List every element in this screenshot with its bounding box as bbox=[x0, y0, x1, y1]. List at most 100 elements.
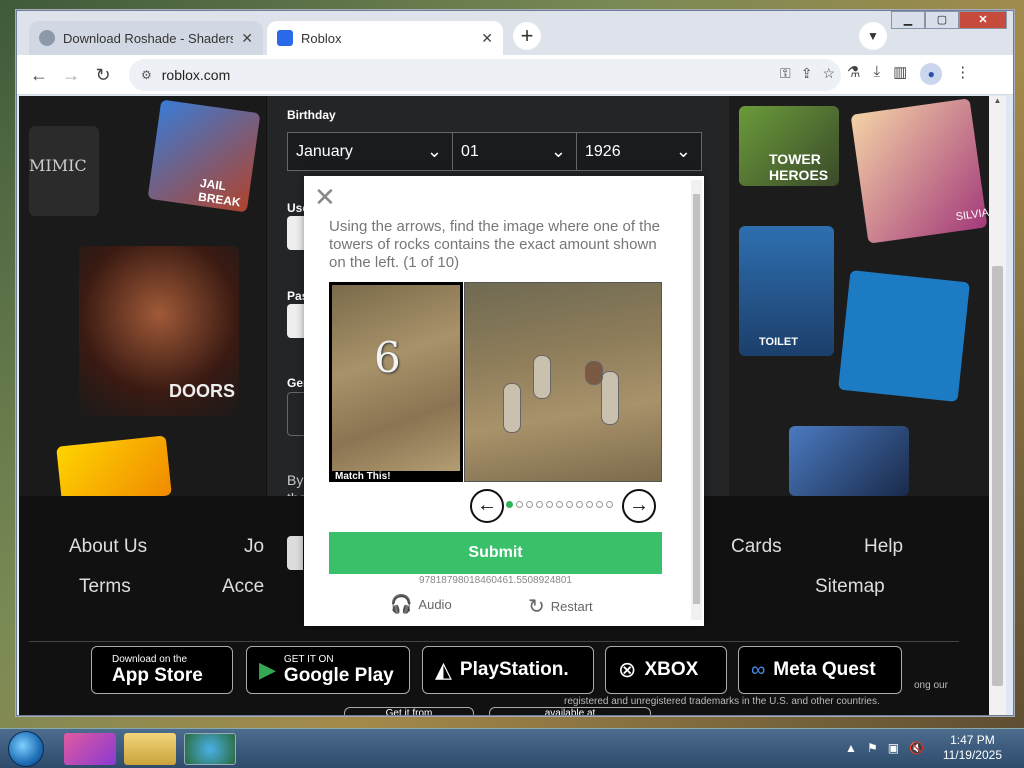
forward-arrow-icon[interactable]: → bbox=[59, 63, 83, 87]
month-value: January bbox=[296, 143, 353, 160]
month-select[interactable]: January ⌄ bbox=[287, 132, 453, 171]
about-us-link[interactable]: About Us bbox=[69, 536, 147, 558]
progress-dot bbox=[536, 501, 543, 508]
doors-art-label: DOORS bbox=[79, 246, 239, 416]
playstation-icon: ◭ bbox=[435, 657, 452, 682]
headphones-icon: 🎧 bbox=[390, 594, 413, 614]
rock-tower bbox=[533, 355, 551, 399]
progress-dot bbox=[506, 501, 513, 508]
chrome-icon[interactable] bbox=[184, 733, 236, 765]
xbox-badge[interactable]: ⊗ XBOX bbox=[605, 646, 727, 694]
page-scrollbar[interactable]: ▲ bbox=[989, 96, 1006, 715]
option-image[interactable] bbox=[464, 282, 662, 482]
meta-quest-label: Meta Quest bbox=[773, 659, 876, 680]
modal-scrollbar-thumb[interactable] bbox=[693, 194, 700, 604]
tab-roblox[interactable]: Roblox ✕ bbox=[267, 21, 503, 55]
scroll-up-arrow-icon[interactable]: ▲ bbox=[989, 96, 1006, 105]
amazon-badge[interactable]: available at bbox=[489, 707, 651, 715]
sitemap-link[interactable]: Sitemap bbox=[815, 576, 885, 598]
scrollbar-thumb[interactable] bbox=[992, 266, 1003, 686]
app-store-badge[interactable]: Download on the App Store bbox=[91, 646, 233, 694]
reference-image: 6 Match This! bbox=[329, 282, 463, 482]
close-tab-icon[interactable]: ✕ bbox=[241, 30, 253, 47]
show-hidden-icon[interactable]: ▲ bbox=[845, 741, 857, 755]
minimize-button[interactable]: ▁ bbox=[891, 11, 925, 29]
year-select[interactable]: 1926 ⌄ bbox=[576, 132, 702, 171]
tab-search-chevron-icon[interactable]: ▼ bbox=[859, 22, 887, 50]
submit-button[interactable]: Submit bbox=[329, 532, 662, 574]
close-icon[interactable]: ✕ bbox=[314, 184, 336, 210]
footer-divider bbox=[29, 641, 959, 642]
tab-title: Download Roshade - Shaders fo bbox=[63, 30, 234, 46]
clock[interactable]: 1:47 PM 11/19/2025 bbox=[943, 733, 1002, 763]
browser-toolbar: ← → ↻ ⚙ roblox.com ⚿ ⇪ ☆ ⚗ ⤓ ▥ ● ⋮ bbox=[17, 55, 1013, 95]
day-select[interactable]: 01 ⌄ bbox=[452, 132, 577, 171]
site-info-icon[interactable]: ⚙ bbox=[141, 68, 152, 82]
tab-roshade[interactable]: Download Roshade - Shaders fo ✕ bbox=[29, 21, 263, 55]
roblox-favicon-icon bbox=[277, 30, 293, 46]
gift-cards-link[interactable]: Cards bbox=[731, 536, 782, 558]
omnibox-actions: ⚿ ⇪ ☆ bbox=[780, 65, 835, 82]
close-tab-icon[interactable]: ✕ bbox=[481, 30, 493, 47]
taskbar: ▲ ⚑ ▣ 🔇 1:47 PM 11/19/2025 bbox=[0, 728, 1024, 768]
right-game-art: TOWER HEROES SILVIA TOILET bbox=[729, 96, 989, 496]
address-bar[interactable]: ⚙ roblox.com ⚿ ⇪ ☆ bbox=[129, 59, 841, 91]
restart-button[interactable]: ↻ Restart bbox=[528, 594, 593, 619]
chevron-down-icon: ⌄ bbox=[426, 141, 442, 161]
new-tab-button[interactable]: + bbox=[513, 22, 541, 50]
next-arrow-button[interactable]: → bbox=[622, 489, 656, 523]
meta-quest-badge[interactable]: ∞ Meta Quest bbox=[738, 646, 902, 694]
back-arrow-icon[interactable]: ← bbox=[27, 63, 51, 87]
progress-dot bbox=[546, 501, 553, 508]
progress-dot bbox=[586, 501, 593, 508]
meta-infinity-icon: ∞ bbox=[751, 658, 766, 681]
reference-rock-photo: 6 bbox=[332, 285, 460, 471]
audio-button[interactable]: 🎧 Audio bbox=[390, 594, 452, 615]
file-explorer-icon[interactable] bbox=[124, 733, 176, 765]
restart-icon: ↻ bbox=[528, 596, 545, 618]
rock-tower bbox=[503, 383, 521, 433]
menu-kebab-icon[interactable]: ⋮ bbox=[955, 63, 970, 85]
previous-arrow-button[interactable]: ← bbox=[470, 489, 504, 523]
key-icon[interactable]: ⚿ bbox=[780, 65, 791, 82]
birthday-label: Birthday bbox=[287, 108, 336, 122]
profile-avatar[interactable]: ● bbox=[920, 63, 943, 85]
jobs-link[interactable]: Jo bbox=[244, 536, 264, 558]
download-icon[interactable]: ⤓ bbox=[873, 63, 880, 85]
tab-title: Roblox bbox=[301, 30, 342, 46]
accessibility-link[interactable]: Acce bbox=[222, 576, 264, 598]
maximize-button[interactable]: ▢ bbox=[925, 11, 959, 29]
app-store-big: App Store bbox=[112, 664, 203, 686]
rock-tower bbox=[601, 371, 619, 425]
close-window-button[interactable]: ✕ bbox=[959, 11, 1007, 29]
playstation-badge[interactable]: ◭ PlayStation. bbox=[422, 646, 594, 694]
window-controls: ▁ ▢ ✕ bbox=[891, 11, 1007, 29]
lab-flask-icon[interactable]: ⚗ bbox=[847, 63, 860, 85]
microsoft-store-badge[interactable]: Get it from bbox=[344, 707, 474, 715]
volume-muted-icon[interactable]: 🔇 bbox=[909, 741, 924, 755]
globe-icon bbox=[39, 30, 55, 46]
xbox-icon: ⊗ bbox=[618, 657, 637, 682]
match-this-label: Match This! bbox=[335, 471, 391, 482]
signup-button[interactable] bbox=[287, 536, 303, 570]
year-value: 1926 bbox=[585, 143, 621, 160]
google-play-badge[interactable]: ▶ GET IT ON Google Play bbox=[246, 646, 410, 694]
audio-label: Audio bbox=[418, 597, 452, 612]
tab-strip: Download Roshade - Shaders fo ✕ Roblox ✕… bbox=[17, 11, 1013, 55]
terms-link[interactable]: Terms bbox=[79, 576, 131, 598]
network-icon[interactable]: ▣ bbox=[888, 741, 899, 755]
clock-date: 11/19/2025 bbox=[942, 748, 1002, 762]
app-icon[interactable] bbox=[64, 733, 116, 765]
flag-icon[interactable]: ⚑ bbox=[867, 741, 878, 755]
start-button[interactable] bbox=[8, 731, 44, 767]
modal-scrollbar[interactable] bbox=[691, 180, 702, 620]
star-icon[interactable]: ☆ bbox=[822, 65, 835, 82]
session-id: 97818798018460461.5508924801 bbox=[419, 575, 572, 586]
day-value: 01 bbox=[461, 143, 479, 160]
help-link[interactable]: Help bbox=[864, 536, 903, 558]
reload-icon[interactable]: ↻ bbox=[91, 63, 115, 87]
share-icon[interactable]: ⇪ bbox=[801, 65, 813, 82]
terms-text: By bbox=[287, 472, 304, 488]
side-panel-icon[interactable]: ▥ bbox=[893, 63, 907, 85]
xbox-label: XBOX bbox=[644, 659, 699, 680]
